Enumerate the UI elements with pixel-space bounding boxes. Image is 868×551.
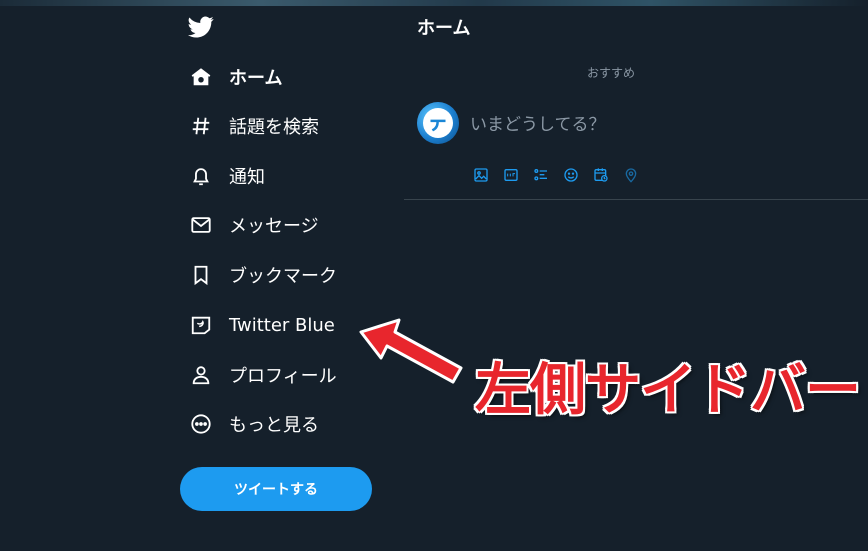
tweet-button[interactable]: ツイートする <box>180 467 372 511</box>
main-timeline: ホーム おすすめ <box>404 0 868 551</box>
divider <box>404 199 868 200</box>
tab-recommended[interactable]: おすすめ <box>554 64 668 81</box>
sidebar-item-label: Twitter Blue <box>229 314 335 336</box>
twitter-blue-icon <box>189 313 213 337</box>
gif-icon[interactable] <box>500 165 522 185</box>
sidebar-item-home[interactable]: ホーム <box>178 57 282 97</box>
envelope-icon <box>189 213 213 237</box>
poll-icon[interactable] <box>530 165 552 185</box>
location-icon[interactable] <box>620 165 642 185</box>
sidebar-item-notifications[interactable]: 通知 <box>178 156 265 196</box>
avatar[interactable] <box>417 102 459 144</box>
sidebar-item-bookmarks[interactable]: ブックマーク <box>178 255 337 295</box>
sidebar-item-more[interactable]: もっと見る <box>178 404 319 444</box>
sidebar-item-label: ブックマーク <box>229 266 337 287</box>
emoji-icon[interactable] <box>560 165 582 185</box>
sidebar-item-label: 通知 <box>229 167 265 188</box>
avatar-glyph-icon <box>423 108 453 138</box>
compose-toolbar <box>470 165 642 185</box>
bell-icon <box>189 164 213 188</box>
twitter-bird-icon[interactable] <box>188 14 214 40</box>
annotation-arrow-icon <box>359 318 463 384</box>
sidebar-item-label: プロフィール <box>229 366 337 387</box>
person-icon <box>189 363 213 387</box>
sidebar-item-twitter-blue[interactable]: Twitter Blue <box>178 305 335 345</box>
sidebar-item-label: 話題を検索 <box>229 117 319 138</box>
sidebar-item-label: メッセージ <box>229 216 319 237</box>
sidebar-item-profile[interactable]: プロフィール <box>178 355 337 395</box>
schedule-icon[interactable] <box>590 165 612 185</box>
hashtag-icon <box>189 114 213 138</box>
home-icon <box>189 65 213 89</box>
more-circle-icon <box>189 412 213 436</box>
sidebar-item-explore[interactable]: 話題を検索 <box>178 106 319 146</box>
image-icon[interactable] <box>470 165 492 185</box>
page-title: ホーム <box>417 18 471 39</box>
sidebar-item-label: ホーム <box>229 68 283 89</box>
bookmark-icon <box>189 263 213 287</box>
compose-input[interactable] <box>468 110 852 140</box>
sidebar-item-messages[interactable]: メッセージ <box>178 205 319 245</box>
annotation-label: 左側サイドバー <box>475 358 861 423</box>
left-sidebar: ホーム 話題を検索 通知 メッセージ ブックマーク Twitter Blue プ… <box>178 0 404 551</box>
sidebar-item-label: もっと見る <box>229 415 319 436</box>
